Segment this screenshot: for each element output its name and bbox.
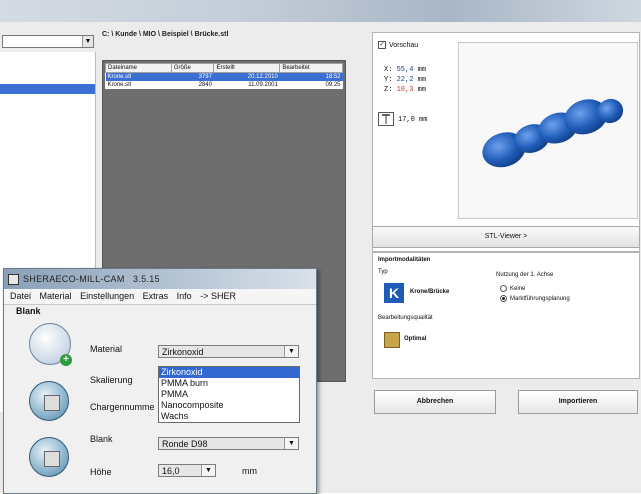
file-date: 20.12.2010 xyxy=(213,72,280,81)
quality-label: Bearbeitungsqualität xyxy=(378,315,433,321)
y-value: 22,2 xyxy=(396,76,414,84)
blank-value: Ronde D98 xyxy=(162,439,208,449)
disk-icon xyxy=(44,451,60,467)
app-name: SHERAECO-MILL-CAM xyxy=(23,274,125,284)
blank-select[interactable]: Ronde D98 ▼ xyxy=(158,437,299,450)
column-header-modified[interactable]: Bearbeitet xyxy=(279,63,343,73)
bridge-model-render xyxy=(482,98,624,168)
radio-icon[interactable] xyxy=(500,285,507,292)
section-title: Blank xyxy=(16,306,41,316)
z-axis-label: Z: xyxy=(384,86,393,94)
x-unit: mm xyxy=(417,66,427,74)
file-time: 09:25 xyxy=(325,82,341,88)
type-label: Typ xyxy=(378,269,388,275)
y-axis-label: Y: xyxy=(384,76,393,84)
scaling-label: Skalierung xyxy=(90,375,133,385)
file-size: 3797 xyxy=(171,72,214,81)
material-option[interactable]: Nanocomposite xyxy=(159,400,299,411)
height-gauge-icon xyxy=(378,112,394,126)
x-axis-label: X: xyxy=(384,66,393,74)
background-title-bar xyxy=(0,0,641,22)
new-blank-icon[interactable]: + xyxy=(29,323,72,366)
table-row[interactable]: Krone.stl 2840 11.09.2001 09:25 xyxy=(106,81,343,89)
menu-info[interactable]: Info xyxy=(177,291,192,301)
model-height-value: 17,0 xyxy=(398,116,415,124)
column-header-created[interactable]: Erstellt xyxy=(213,63,281,73)
preview-checkbox[interactable]: ✓ Vorschau xyxy=(378,41,418,49)
material-option[interactable]: Wachs xyxy=(159,411,299,422)
current-path: C: \ Kunde \ MIO \ Beispiel \ Brücke.stl xyxy=(102,31,229,38)
chevron-down-icon[interactable]: ▼ xyxy=(82,36,93,47)
menu-material[interactable]: Material xyxy=(40,291,72,301)
preview-checkbox-label: Vorschau xyxy=(389,41,419,49)
folder-icon xyxy=(44,395,60,411)
option-market-planning-label: Marktführungsplanung xyxy=(510,296,570,303)
chevron-down-icon[interactable]: ▼ xyxy=(201,465,215,476)
column-header-size[interactable]: Größe xyxy=(170,63,215,73)
import-heading: Importmodalitäten xyxy=(378,257,431,263)
cancel-button[interactable]: Abbrechen xyxy=(374,390,496,414)
material-option[interactable]: PMMA burn xyxy=(159,378,299,389)
file-size: 2840 xyxy=(198,82,212,88)
menu-settings[interactable]: Einstellungen xyxy=(80,291,134,301)
window-title-bar[interactable]: SHERAECO-MILL-CAM 3.5.15 xyxy=(4,269,316,289)
z-value: 10,3 xyxy=(396,86,414,94)
drive-select[interactable]: ▼ xyxy=(2,35,94,48)
x-value: 55,4 xyxy=(396,66,414,74)
save-blank-icon[interactable] xyxy=(29,437,69,477)
y-dimension: Y: 22,2 mm xyxy=(384,76,426,84)
chevron-down-icon[interactable]: ▼ xyxy=(284,346,298,357)
menu-sheraeco-link[interactable]: -> SHER xyxy=(200,291,236,301)
y-unit: mm xyxy=(417,76,427,84)
option-none-label: Keine xyxy=(510,286,526,293)
material-label: Material xyxy=(90,344,123,354)
batch-number-label: Chargennumme xyxy=(90,402,155,412)
file-table: Dateiname Größe Erstellt Bearbeitet Kron… xyxy=(105,63,343,89)
height-unit: mm xyxy=(242,466,257,476)
file-date: 11.09.2001 xyxy=(248,82,278,88)
z-unit: mm xyxy=(417,86,427,94)
folder-tree-selected-item[interactable] xyxy=(0,84,95,94)
quality-value: Optimal xyxy=(404,336,427,342)
column-header-name[interactable]: Dateiname xyxy=(105,63,172,73)
chevron-down-icon[interactable]: ▼ xyxy=(284,438,298,449)
material-option[interactable]: PMMA xyxy=(159,389,299,400)
model-height-unit: mm xyxy=(419,116,428,124)
material-dropdown-list[interactable]: Zirkonoxid PMMA burn PMMA Nanocomposite … xyxy=(158,366,300,423)
material-value: Zirkonoxid xyxy=(162,347,204,357)
app-version: 3.5.15 xyxy=(133,274,160,284)
stl-viewer-button[interactable]: STL-Viewer > xyxy=(372,226,640,248)
menu-file[interactable]: Datei xyxy=(10,291,31,301)
height-value: 16,0 xyxy=(162,466,180,476)
material-option[interactable]: Zirkonoxid xyxy=(159,367,299,378)
table-row[interactable]: Krone.stl 3797 20.12.2010 18:52 xyxy=(105,72,343,81)
material-select[interactable]: Zirkonoxid ▼ xyxy=(158,345,299,358)
radio-selected-icon[interactable] xyxy=(500,295,507,302)
height-select[interactable]: 16,0 ▼ xyxy=(158,464,216,477)
type-value: Krone/Brücke xyxy=(410,289,450,295)
option-none[interactable]: Keine xyxy=(500,285,525,292)
load-blank-icon[interactable] xyxy=(29,381,69,421)
z-dimension: Z: 10,3 mm xyxy=(384,86,426,94)
mill-cam-window: SHERAECO-MILL-CAM 3.5.15 Datei Material … xyxy=(3,268,317,494)
3d-preview-viewport[interactable] xyxy=(458,42,638,219)
blank-label: Blank xyxy=(90,434,113,444)
file-time: 18:52 xyxy=(279,72,343,81)
window-title: SHERAECO-MILL-CAM 3.5.15 xyxy=(23,269,160,289)
menu-extras[interactable]: Extras xyxy=(143,291,169,301)
import-button[interactable]: Importieren xyxy=(518,390,638,414)
plus-icon: + xyxy=(60,354,72,366)
app-icon xyxy=(8,274,19,285)
menu-bar: Datei Material Einstellungen Extras Info… xyxy=(4,289,316,305)
model-height: 17,0 mm xyxy=(398,116,427,124)
file-name: Krone.stl xyxy=(107,82,132,88)
option-market-planning[interactable]: Marktführungsplanung xyxy=(500,295,570,302)
checkbox-icon[interactable]: ✓ xyxy=(378,41,386,49)
crown-bridge-type-icon[interactable]: K xyxy=(384,283,404,303)
alignment-label: Nutzung der 1. Achse xyxy=(496,272,554,278)
file-name: Krone.stl xyxy=(105,72,172,81)
quality-icon[interactable] xyxy=(384,332,400,348)
height-label: Höhe xyxy=(90,467,112,477)
x-dimension: X: 55,4 mm xyxy=(384,66,426,74)
